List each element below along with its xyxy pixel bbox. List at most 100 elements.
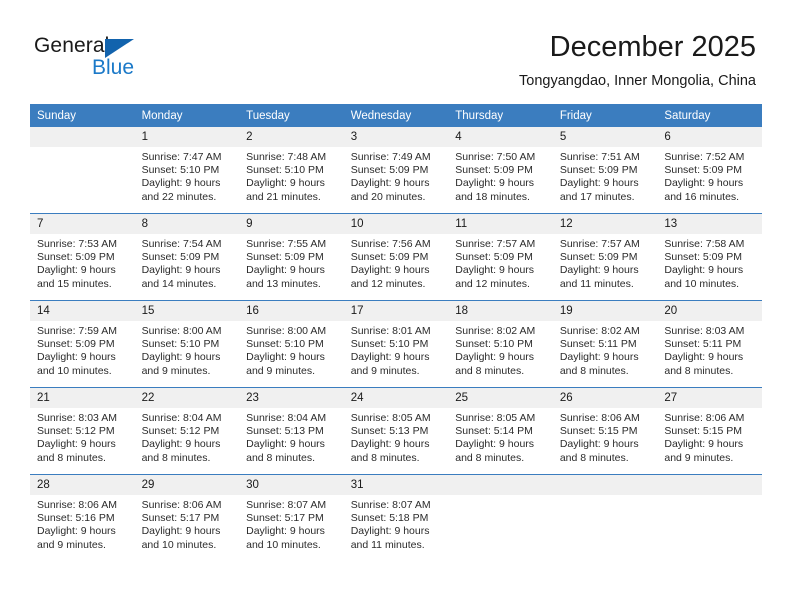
daylight-line-2: and 8 minutes.	[350, 451, 420, 464]
calendar-day-cell[interactable]: 19 Sunrise: 8:02 AM Sunset: 5:11 PM Dayligh…	[552, 300, 658, 388]
day-number: 15	[134, 301, 240, 321]
day-number	[657, 475, 762, 495]
calendar-day-cell[interactable]: 2 Sunrise: 7:48 AM Sunset: 5:10 PM Daylight…	[239, 127, 344, 214]
day-details: Sunrise: 8:04 AM Sunset: 5:12 PM Daylight:…	[135, 408, 240, 465]
calendar-day-cell[interactable]: 26 Sunrise: 8:06 AM Sunset: 5:15 PM Dayligh…	[552, 387, 658, 475]
sunrise-time: Sunrise: 7:54 AM	[141, 238, 222, 250]
calendar-day-cell-empty	[552, 474, 658, 561]
day-number: 26	[552, 388, 658, 408]
calendar-day-cell[interactable]: 4 Sunrise: 7:50 AM Sunset: 5:09 PM Daylight…	[448, 127, 553, 214]
day-number: 19	[552, 301, 658, 321]
calendar-day-cell[interactable]: 29 Sunrise: 8:06 AM Sunset: 5:17 PM Dayligh…	[134, 474, 240, 561]
calendar-day-cell[interactable]: 7 Sunrise: 7:53 AM Sunset: 5:09 PM Daylight…	[30, 213, 135, 301]
calendar-day-cell[interactable]: 3 Sunrise: 7:49 AM Sunset: 5:09 PM Daylight…	[343, 127, 449, 214]
calendar-day-cell[interactable]: 15 Sunrise: 8:00 AM Sunset: 5:10 PM Dayligh…	[134, 300, 240, 388]
sunrise-time: Sunrise: 7:51 AM	[559, 151, 640, 163]
calendar-day-cell[interactable]: 30 Sunrise: 8:07 AM Sunset: 5:17 PM Dayligh…	[239, 474, 344, 561]
weekday-header-saturday: Saturday	[657, 104, 762, 127]
calendar-day-cell[interactable]: 17 Sunrise: 8:01 AM Sunset: 5:10 PM Dayligh…	[343, 300, 449, 388]
sunset-time: Sunset: 5:10 PM	[141, 338, 220, 351]
day-number: 30	[239, 475, 344, 495]
day-details: Sunrise: 7:57 AM Sunset: 5:09 PM Daylight:…	[553, 234, 658, 291]
calendar-day-cell[interactable]: 10 Sunrise: 7:56 AM Sunset: 5:09 PM Dayligh…	[343, 213, 449, 301]
day-details: Sunrise: 8:06 AM Sunset: 5:16 PM Daylight:…	[30, 495, 135, 552]
sunrise-time: Sunrise: 7:52 AM	[664, 151, 745, 163]
sunset-time: Sunset: 5:09 PM	[664, 164, 743, 177]
calendar-day-cell[interactable]: 5 Sunrise: 7:51 AM Sunset: 5:09 PM Daylight…	[552, 127, 658, 214]
day-number: 5	[552, 127, 658, 147]
calendar-day-cell[interactable]: 24 Sunrise: 8:05 AM Sunset: 5:13 PM Dayligh…	[343, 387, 449, 475]
calendar-page: General Blue December 2025 Tongyangdao, …	[0, 0, 792, 612]
calendar-day-cell[interactable]: 28 Sunrise: 8:06 AM Sunset: 5:16 PM Dayligh…	[30, 474, 135, 561]
sunrise-time: Sunrise: 7:58 AM	[664, 238, 745, 250]
calendar-day-cell[interactable]: 20 Sunrise: 8:03 AM Sunset: 5:11 PM Dayligh…	[657, 300, 762, 388]
day-number: 25	[448, 388, 553, 408]
logo-text-blue: Blue	[92, 56, 135, 79]
weekday-header-wednesday: Wednesday	[343, 104, 449, 127]
sunset-time: Sunset: 5:10 PM	[350, 338, 429, 351]
calendar-day-cell[interactable]: 13 Sunrise: 7:58 AM Sunset: 5:09 PM Dayligh…	[657, 213, 762, 301]
calendar-day-cell[interactable]: 11 Sunrise: 7:57 AM Sunset: 5:09 PM Dayligh…	[448, 213, 553, 301]
daylight-line-2: and 9 minutes.	[246, 364, 316, 377]
sunrise-time: Sunrise: 8:04 AM	[141, 412, 222, 424]
calendar-day-cell[interactable]: 9 Sunrise: 7:55 AM Sunset: 5:09 PM Daylight…	[239, 213, 344, 301]
calendar-day-cell[interactable]: 12 Sunrise: 7:57 AM Sunset: 5:09 PM Dayligh…	[552, 213, 658, 301]
sunrise-time: Sunrise: 8:02 AM	[559, 325, 640, 337]
calendar-day-cell[interactable]: 1 Sunrise: 7:47 AM Sunset: 5:10 PM Daylight…	[134, 127, 240, 214]
sunset-time: Sunset: 5:16 PM	[37, 512, 115, 525]
sunset-time: Sunset: 5:11 PM	[664, 338, 742, 351]
calendar-day-cell[interactable]: 6 Sunrise: 7:52 AM Sunset: 5:09 PM Daylight…	[657, 127, 762, 214]
day-number: 3	[343, 127, 449, 147]
calendar-day-cell[interactable]: 18 Sunrise: 8:02 AM Sunset: 5:10 PM Dayligh…	[448, 300, 553, 388]
day-details: Sunrise: 8:02 AM Sunset: 5:10 PM Daylight:…	[448, 321, 553, 378]
daylight-line-1: Daylight: 9 hours	[455, 438, 535, 451]
sunset-time: Sunset: 5:11 PM	[559, 338, 637, 351]
sunrise-time: Sunrise: 7:55 AM	[246, 238, 327, 250]
general-blue-logo[interactable]: General Blue	[34, 34, 244, 86]
sunrise-time: Sunrise: 7:57 AM	[559, 238, 640, 250]
calendar-day-cell[interactable]: 25 Sunrise: 8:05 AM Sunset: 5:14 PM Dayligh…	[448, 387, 553, 475]
daylight-line-1: Daylight: 9 hours	[141, 438, 221, 451]
calendar-day-cell-empty	[657, 474, 762, 561]
daylight-line-1: Daylight: 9 hours	[664, 177, 744, 190]
sunrise-time: Sunrise: 8:06 AM	[141, 499, 222, 511]
sunrise-sunset-calendar: Sunday Monday Tuesday Wednesday Thursday…	[30, 104, 762, 561]
sunrise-time: Sunrise: 8:05 AM	[455, 412, 536, 424]
weekday-header-sunday: Sunday	[30, 104, 135, 127]
sunset-time: Sunset: 5:09 PM	[246, 251, 324, 264]
daylight-line-2: and 8 minutes.	[141, 451, 211, 464]
day-details: Sunrise: 8:03 AM Sunset: 5:12 PM Daylight:…	[30, 408, 135, 465]
daylight-line-1: Daylight: 9 hours	[664, 351, 744, 364]
daylight-line-2: and 18 minutes.	[455, 190, 530, 203]
day-number: 29	[134, 475, 240, 495]
calendar-day-cell[interactable]: 22 Sunrise: 8:04 AM Sunset: 5:12 PM Dayligh…	[134, 387, 240, 475]
sunset-time: Sunset: 5:18 PM	[350, 512, 429, 525]
daylight-line-1: Daylight: 9 hours	[455, 264, 535, 277]
location-subtitle: Tongyangdao, Inner Mongolia, China	[519, 73, 756, 89]
sunset-time: Sunset: 5:13 PM	[350, 425, 429, 438]
sunrise-time: Sunrise: 7:48 AM	[246, 151, 327, 163]
day-details: Sunrise: 8:02 AM Sunset: 5:11 PM Daylight:…	[553, 321, 658, 378]
sunrise-time: Sunrise: 7:53 AM	[37, 238, 117, 250]
weekday-header-thursday: Thursday	[448, 104, 553, 127]
page-header: General Blue December 2025 Tongyangdao, …	[0, 0, 792, 104]
calendar-header-row: Sunday Monday Tuesday Wednesday Thursday…	[30, 104, 762, 127]
day-number: 12	[552, 214, 658, 234]
day-number: 17	[343, 301, 449, 321]
sunset-time: Sunset: 5:14 PM	[455, 425, 533, 438]
calendar-day-cell[interactable]: 23 Sunrise: 8:04 AM Sunset: 5:13 PM Dayligh…	[239, 387, 344, 475]
calendar-day-cell[interactable]: 21 Sunrise: 8:03 AM Sunset: 5:12 PM Dayligh…	[30, 387, 135, 475]
day-number: 13	[657, 214, 762, 234]
day-details: Sunrise: 7:56 AM Sunset: 5:09 PM Daylight:…	[344, 234, 449, 291]
sunrise-time: Sunrise: 8:00 AM	[141, 325, 222, 337]
calendar-week-row: 28 Sunrise: 8:06 AM Sunset: 5:16 PM Dayligh…	[30, 474, 762, 561]
calendar-day-cell[interactable]: 14 Sunrise: 7:59 AM Sunset: 5:09 PM Dayligh…	[30, 300, 135, 388]
sunrise-time: Sunrise: 7:50 AM	[455, 151, 536, 163]
calendar-day-cell[interactable]: 27 Sunrise: 8:06 AM Sunset: 5:15 PM Dayligh…	[657, 387, 762, 475]
calendar-day-cell[interactable]: 16 Sunrise: 8:00 AM Sunset: 5:10 PM Dayligh…	[239, 300, 344, 388]
calendar-day-cell[interactable]: 8 Sunrise: 7:54 AM Sunset: 5:09 PM Daylight…	[134, 213, 240, 301]
calendar-day-cell[interactable]: 31 Sunrise: 8:07 AM Sunset: 5:18 PM Dayligh…	[343, 474, 449, 561]
sunset-time: Sunset: 5:12 PM	[141, 425, 220, 438]
daylight-line-2: and 8 minutes.	[455, 451, 525, 464]
daylight-line-1: Daylight: 9 hours	[350, 264, 430, 277]
